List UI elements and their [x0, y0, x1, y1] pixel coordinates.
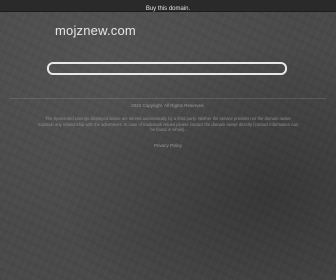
disclaimer-text: The Sponsored Listings displayed above a… — [38, 116, 298, 133]
divider — [10, 98, 326, 99]
privacy-policy-link[interactable]: Privacy Policy — [0, 143, 336, 148]
buy-domain-link[interactable]: Buy this domain. — [146, 6, 190, 12]
buy-domain-bar: Buy this domain. — [0, 0, 336, 12]
copyright-text: 2022 Copyright. All Rights Reserved. — [131, 103, 205, 108]
search-input[interactable] — [47, 62, 287, 75]
domain-title: mojznew.com — [55, 23, 136, 38]
